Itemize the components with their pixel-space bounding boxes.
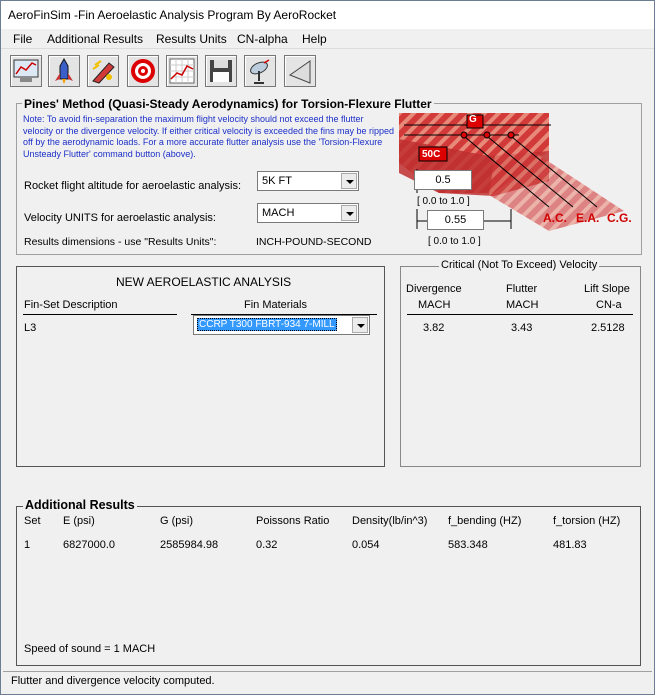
cg-label: C.G. [607, 211, 632, 225]
cg-ratio-input[interactable]: 0.55 [427, 210, 484, 230]
results-dimensions-value: INCH-POUND-SECOND [256, 236, 372, 248]
cg-ratio-range: [ 0.0 to 1.0 ] [428, 236, 481, 247]
warning-note: Note: To avoid fin-separation the maximu… [23, 114, 395, 159]
col-poisson: Poissons Ratio [256, 515, 330, 527]
toolbar [1, 51, 654, 91]
velocity-units-value: MACH [262, 207, 295, 219]
target-icon [131, 59, 155, 83]
fin-material-select[interactable]: CCRP T300 FBRT-934 7-MILL [193, 315, 370, 335]
fin-set-header: Fin-Set Description [24, 299, 118, 311]
lift-slope-unit: CN-a [596, 299, 622, 311]
menu-cn-alpha[interactable]: CN-alpha [237, 32, 288, 46]
divider [23, 314, 177, 315]
cell-f-torsion: 481.83 [553, 539, 587, 551]
ea-ratio-input[interactable]: 0.5 [414, 170, 472, 190]
graph-button[interactable] [166, 55, 198, 87]
cell-set: 1 [24, 539, 31, 551]
chart-screen-icon [13, 59, 39, 82]
critical-velocity-panel [400, 266, 641, 467]
status-text: Flutter and divergence velocity computed… [11, 675, 215, 687]
new-analysis-panel [16, 266, 385, 467]
divider [407, 314, 633, 315]
save-disk-icon [210, 60, 232, 82]
flutter-header: Flutter [506, 283, 538, 295]
window-title: AeroFinSim -Fin Aeroelastic Analysis Pro… [8, 8, 337, 22]
target-button[interactable] [127, 55, 159, 87]
new-analysis-title: NEW AEROELASTIC ANALYSIS [116, 275, 292, 289]
triangle-icon [288, 60, 311, 84]
cell-g: 2585984.98 [160, 539, 219, 551]
chevron-down-icon[interactable] [352, 317, 368, 333]
results-dimensions-label: Results dimensions - use "Results Units"… [24, 236, 217, 248]
additional-results-group [16, 506, 641, 666]
app-window: AeroFinSim -Fin Aeroelastic Analysis Pro… [0, 0, 655, 695]
flutter-unit: MACH [506, 299, 539, 311]
fin-material-value: CCRP T300 FBRT-934 7-MILL [197, 318, 337, 331]
cell-e: 6827000.0 [63, 539, 115, 551]
col-e: E (psi) [63, 515, 95, 527]
fin-flutter-icon [92, 60, 115, 84]
col-set: Set [24, 515, 41, 527]
rocket-button[interactable] [48, 55, 80, 87]
altitude-select[interactable]: 5K FT [257, 171, 359, 191]
status-bar: Flutter and divergence velocity computed… [3, 671, 652, 693]
altitude-label: Rocket flight altitude for aeroelastic a… [24, 180, 242, 192]
menu-help[interactable]: Help [302, 32, 327, 46]
chevron-down-icon[interactable] [341, 173, 357, 189]
col-f-bending: f_bending (HZ) [448, 515, 522, 527]
pines-method-title: Pines' Method (Quasi-Steady Aerodynamics… [22, 97, 434, 111]
velocity-units-label: Velocity UNITS for aeroelastic analysis: [24, 212, 216, 224]
save-button[interactable] [205, 55, 237, 87]
col-density: Density(lb/in^3) [352, 515, 428, 527]
divergence-unit: MACH [418, 299, 451, 311]
diagram-tag-side: 50C [422, 149, 441, 160]
title-bar: AeroFinSim -Fin Aeroelastic Analysis Pro… [1, 1, 654, 29]
cell-f-bending: 583.348 [448, 539, 488, 551]
ea-label: E.A. [576, 211, 600, 225]
lift-slope-value: 2.5128 [591, 322, 625, 334]
col-f-torsion: f_torsion (HZ) [553, 515, 621, 527]
fin-materials-header: Fin Materials [244, 299, 307, 311]
divergence-header: Divergence [406, 283, 462, 295]
cell-poisson: 0.32 [256, 539, 278, 551]
menu-file[interactable]: File [13, 32, 32, 46]
fin-set-value: L3 [24, 322, 37, 334]
velocity-units-select[interactable]: MACH [257, 203, 359, 223]
triangle-button[interactable] [284, 55, 316, 87]
menu-additional-results[interactable]: Additional Results [47, 32, 143, 46]
ea-ratio-range: [ 0.0 to 1.0 ] [417, 196, 470, 207]
col-g: G (psi) [160, 515, 193, 527]
menu-results-units[interactable]: Results Units [156, 32, 227, 46]
ac-label: A.C. [543, 211, 567, 225]
altitude-value: 5K FT [262, 175, 292, 187]
chevron-down-icon[interactable] [341, 205, 357, 221]
satellite-dish-icon [250, 59, 270, 84]
chart-screen-button[interactable] [10, 55, 42, 87]
additional-results-title: Additional Results [23, 498, 137, 512]
diagram-tag-top: G [469, 114, 477, 125]
lift-slope-header: Lift Slope [584, 283, 630, 295]
critical-velocity-title: Critical (Not To Exceed) Velocity [439, 259, 600, 271]
flutter-value: 3.43 [511, 322, 533, 334]
dish-button[interactable] [244, 55, 276, 87]
fin-flutter-button[interactable] [87, 55, 119, 87]
cell-density: 0.054 [352, 539, 380, 551]
menu-bar: File Additional Results Results Units CN… [1, 29, 654, 49]
divergence-value: 3.82 [423, 322, 445, 334]
speed-of-sound: Speed of sound = 1 MACH [24, 643, 156, 655]
graph-icon [169, 58, 195, 84]
rocket-icon [55, 57, 73, 84]
